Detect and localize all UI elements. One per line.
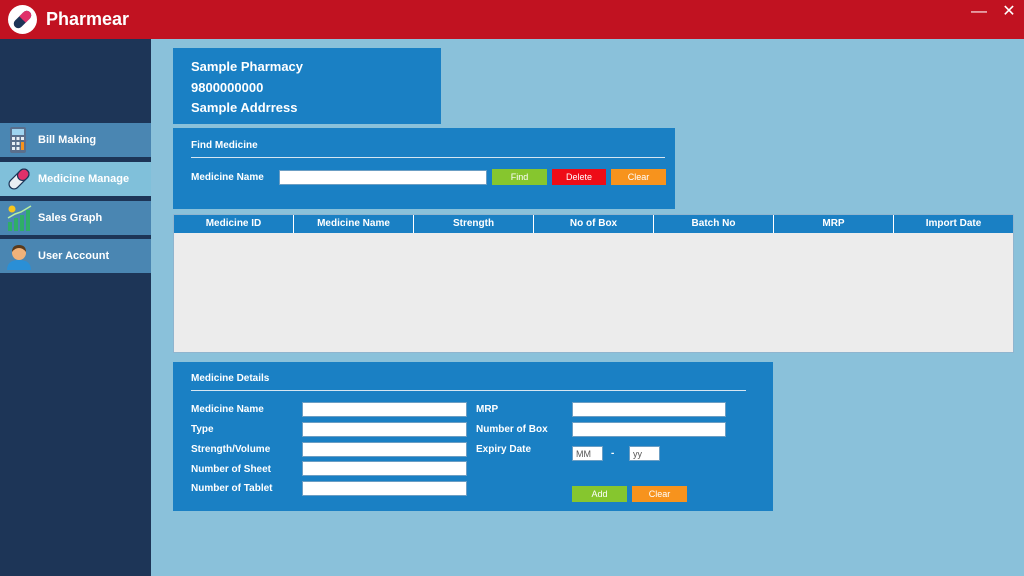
pharmacy-address: Sample Addrress: [191, 100, 298, 115]
boxes-field[interactable]: [572, 422, 726, 437]
column-medicine-id[interactable]: Medicine ID: [174, 215, 294, 233]
sidebar-item-sales-graph[interactable]: Sales Graph: [0, 201, 151, 235]
pharmacy-name: Sample Pharmacy: [191, 59, 304, 74]
app-title: Pharmear: [46, 9, 130, 29]
type-label: Type: [191, 424, 214, 435]
minimize-button[interactable]: —: [966, 2, 992, 24]
sidebar-item-medicine-manage[interactable]: Medicine Manage: [0, 162, 151, 196]
medicine-details-title: Medicine Details: [191, 373, 270, 384]
medicine-table[interactable]: Medicine ID Medicine Name Strength No of…: [173, 214, 1014, 353]
pill-logo-icon: [8, 5, 37, 34]
medicine-name-label: Medicine Name: [191, 172, 264, 183]
column-medicine-name[interactable]: Medicine Name: [294, 215, 414, 233]
tablets-field[interactable]: [302, 481, 467, 496]
find-button[interactable]: Find: [492, 169, 547, 185]
find-medicine-title: Find Medicine: [191, 140, 258, 151]
clear-button[interactable]: Clear: [611, 169, 666, 185]
expiry-month-field[interactable]: [572, 446, 603, 461]
clear-details-button[interactable]: Clear: [632, 486, 687, 502]
expiry-label: Expiry Date: [476, 444, 532, 455]
sheets-field[interactable]: [302, 461, 467, 476]
medicine-details-panel: Medicine Details Medicine Name Type Stre…: [173, 362, 773, 511]
tablets-label: Number of Tablet: [191, 483, 273, 494]
mrp-label: MRP: [476, 404, 499, 415]
pharmacy-phone: 9800000000: [191, 79, 264, 95]
column-no-of-box[interactable]: No of Box: [534, 215, 654, 233]
strength-field[interactable]: [302, 442, 467, 457]
pill-icon: [6, 165, 32, 193]
medicine-name-label: Medicine Name: [191, 404, 264, 415]
expiry-separator: -: [611, 448, 615, 459]
calculator-icon: [6, 126, 32, 154]
type-field[interactable]: [302, 422, 467, 437]
sidebar-item-user-account[interactable]: User Account: [0, 239, 151, 273]
column-mrp[interactable]: MRP: [774, 215, 894, 233]
column-import-date[interactable]: Import Date: [894, 215, 1013, 233]
sidebar-item-label: Sales Graph: [38, 212, 103, 224]
strength-label: Strength/Volume: [191, 444, 271, 455]
column-batch-no[interactable]: Batch No: [654, 215, 774, 233]
medicine-name-field[interactable]: [302, 402, 467, 417]
find-medicine-input[interactable]: [279, 170, 487, 185]
user-icon: [6, 242, 32, 270]
divider: [191, 390, 746, 391]
divider: [191, 157, 665, 158]
delete-button[interactable]: Delete: [552, 169, 606, 185]
pharmacy-info-panel: Sample Pharmacy 9800000000 Sample Addrre…: [173, 48, 441, 124]
sidebar: Bill Making Medicine Manage Sales Graph …: [0, 39, 151, 576]
title-bar: Pharmear — ✕: [0, 0, 1024, 39]
sidebar-item-label: Bill Making: [38, 134, 97, 146]
sidebar-item-label: User Account: [38, 250, 110, 262]
boxes-label: Number of Box: [476, 424, 548, 435]
sidebar-item-label: Medicine Manage: [38, 173, 130, 185]
sidebar-item-bill-making[interactable]: Bill Making: [0, 123, 151, 157]
column-strength[interactable]: Strength: [414, 215, 534, 233]
find-medicine-panel: Find Medicine Medicine Name Find Delete …: [173, 128, 675, 209]
chart-icon: [6, 204, 32, 232]
table-header: Medicine ID Medicine Name Strength No of…: [174, 215, 1013, 233]
close-button[interactable]: ✕: [996, 2, 1022, 24]
sheets-label: Number of Sheet: [191, 464, 272, 475]
mrp-field[interactable]: [572, 402, 726, 417]
expiry-year-field[interactable]: [629, 446, 660, 461]
add-button[interactable]: Add: [572, 486, 627, 502]
